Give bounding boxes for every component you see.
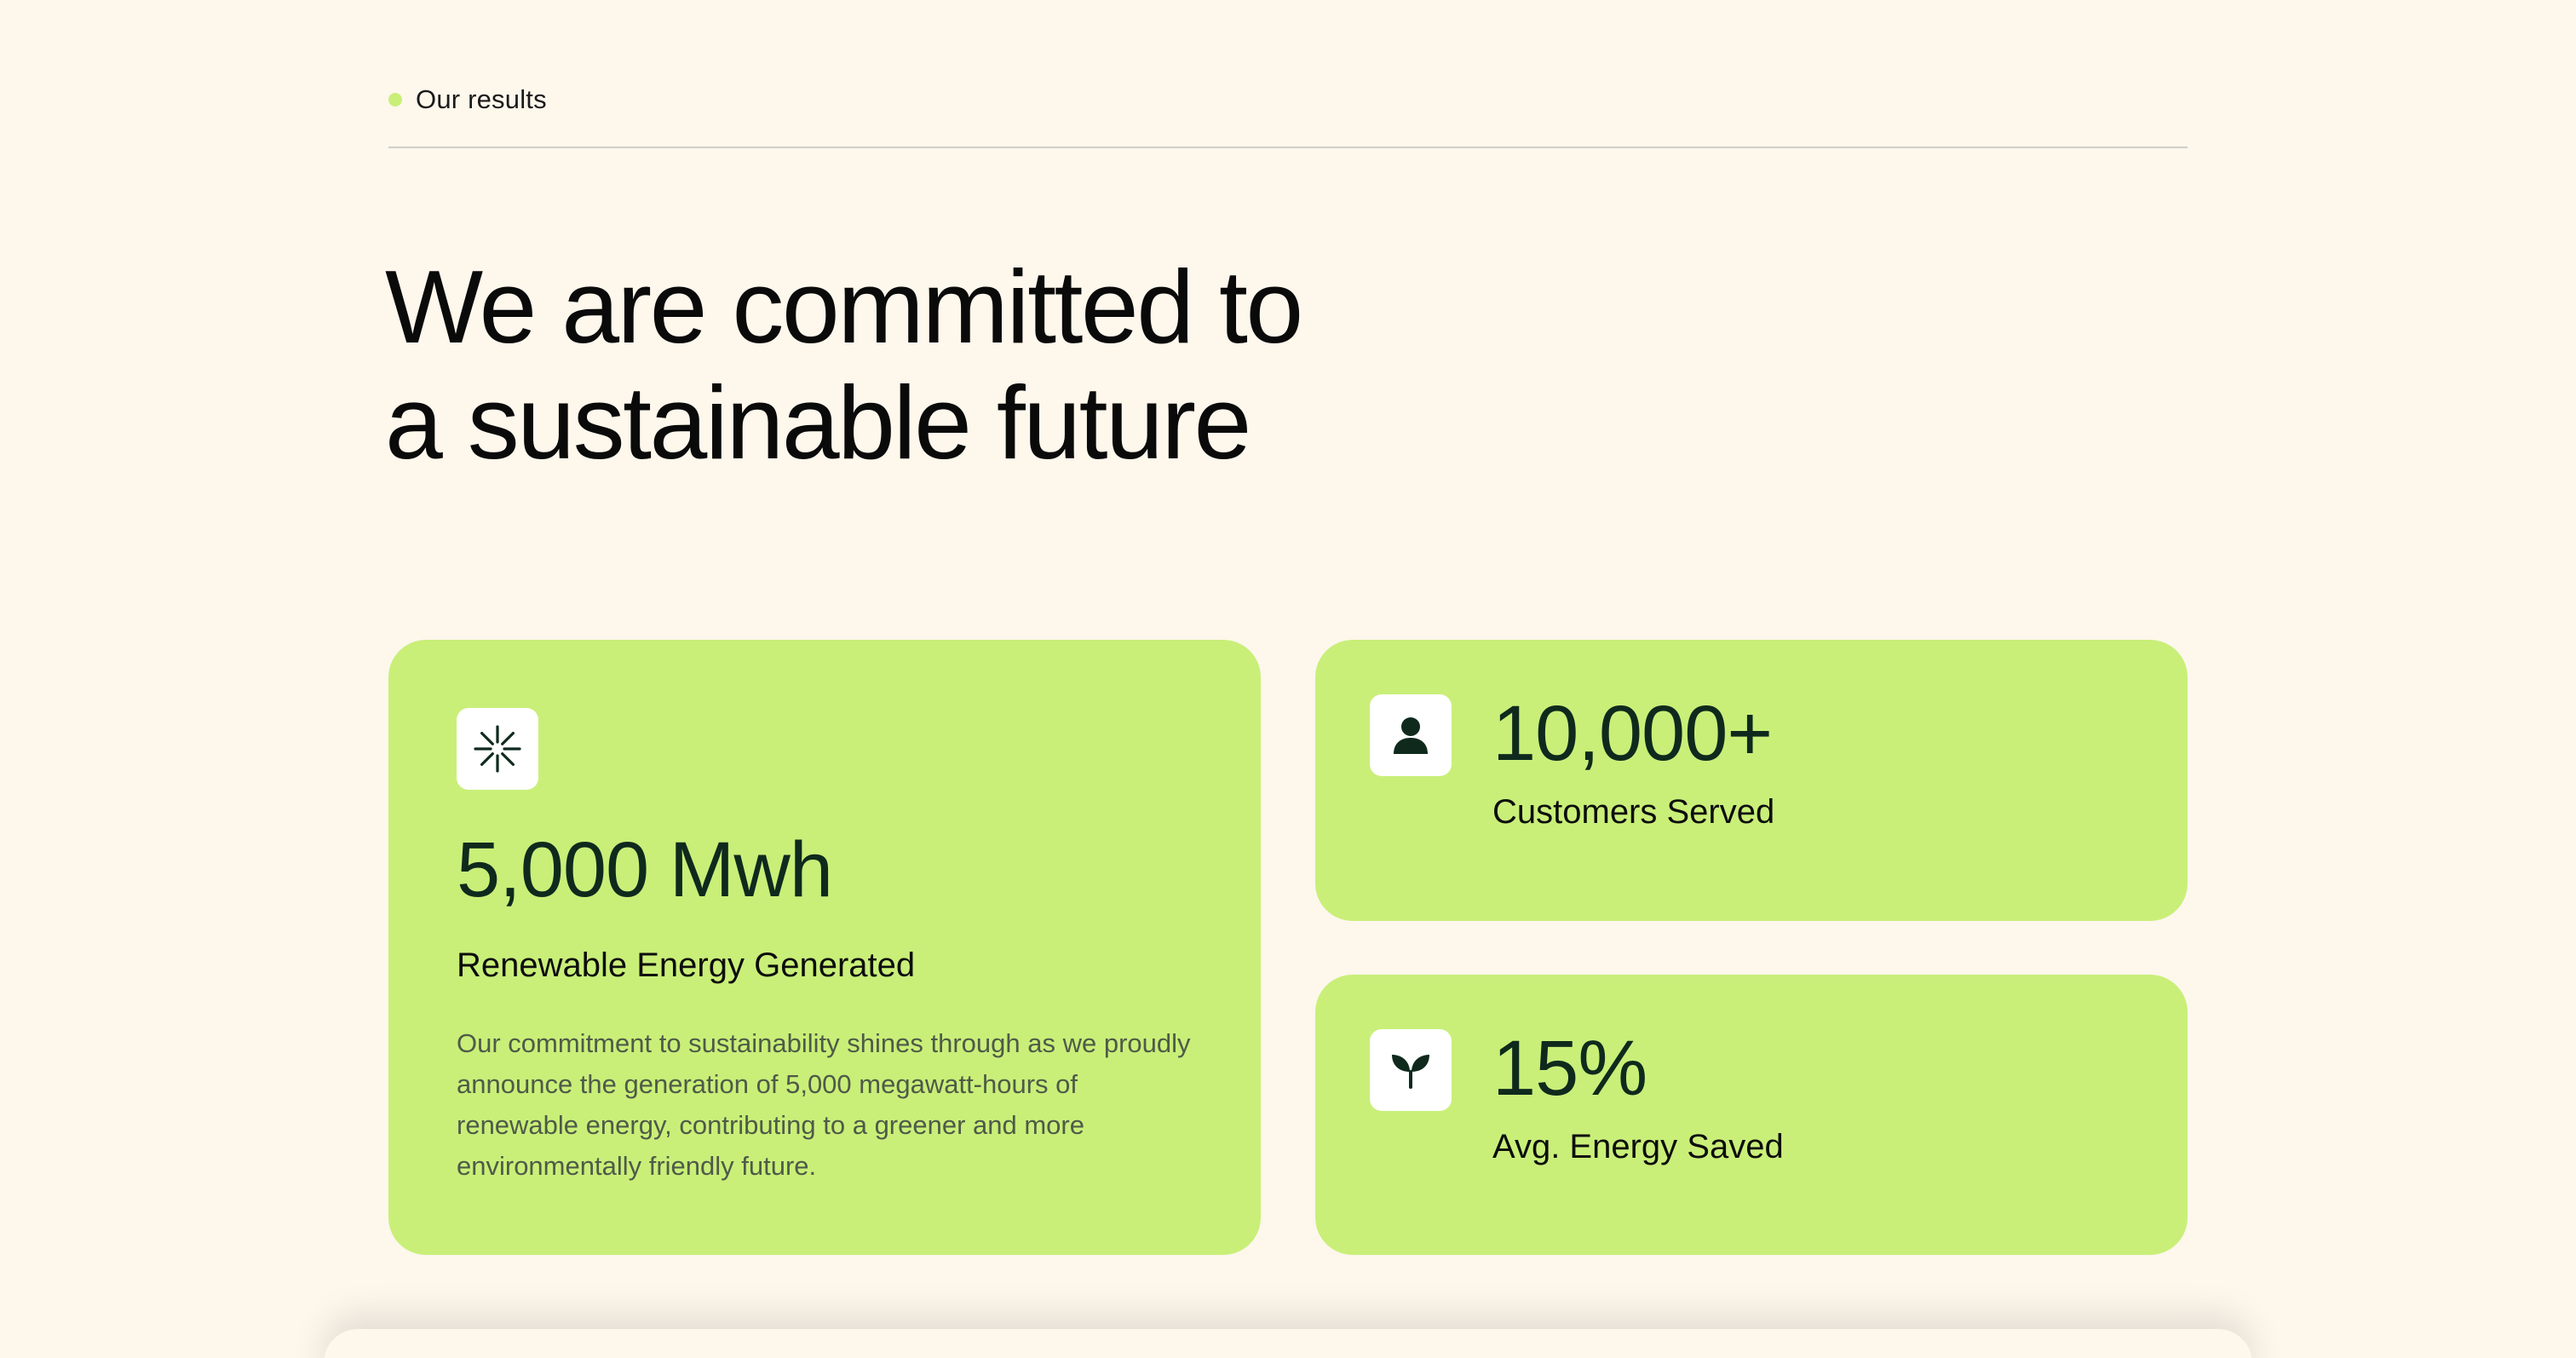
stat-card-energy-saved: 15% Avg. Energy Saved bbox=[1315, 975, 2188, 1255]
section-eyebrow: Our results bbox=[388, 82, 547, 118]
stat-value: 10,000+ bbox=[1492, 690, 1773, 777]
headline-line-2: a sustainable future bbox=[385, 365, 1251, 480]
sprout-icon bbox=[1370, 1029, 1452, 1111]
section-headline: We are committed to a sustainable future bbox=[385, 249, 1492, 480]
results-page: Our results We are committed to a sustai… bbox=[0, 0, 2576, 1358]
stat-card-customers: 10,000+ Customers Served bbox=[1315, 640, 2188, 921]
stat-value: 5,000 Mwh bbox=[457, 826, 833, 913]
sparkle-icon bbox=[457, 708, 538, 790]
stat-card-energy-generated: 5,000 Mwh Renewable Energy Generated Our… bbox=[388, 640, 1261, 1255]
headline-line-1: We are committed to bbox=[385, 249, 1303, 365]
stat-value: 15% bbox=[1492, 1025, 1647, 1112]
user-icon bbox=[1370, 694, 1452, 776]
stat-label: Customers Served bbox=[1492, 793, 1775, 831]
eyebrow-label: Our results bbox=[416, 84, 547, 114]
next-section-edge bbox=[324, 1329, 2252, 1358]
eyebrow-dot bbox=[388, 93, 402, 106]
stat-label: Renewable Energy Generated bbox=[457, 947, 916, 984]
section-divider bbox=[388, 147, 2188, 148]
stat-label: Avg. Energy Saved bbox=[1492, 1128, 1784, 1165]
stat-description: Our commitment to sustainability shines … bbox=[457, 1028, 1191, 1181]
